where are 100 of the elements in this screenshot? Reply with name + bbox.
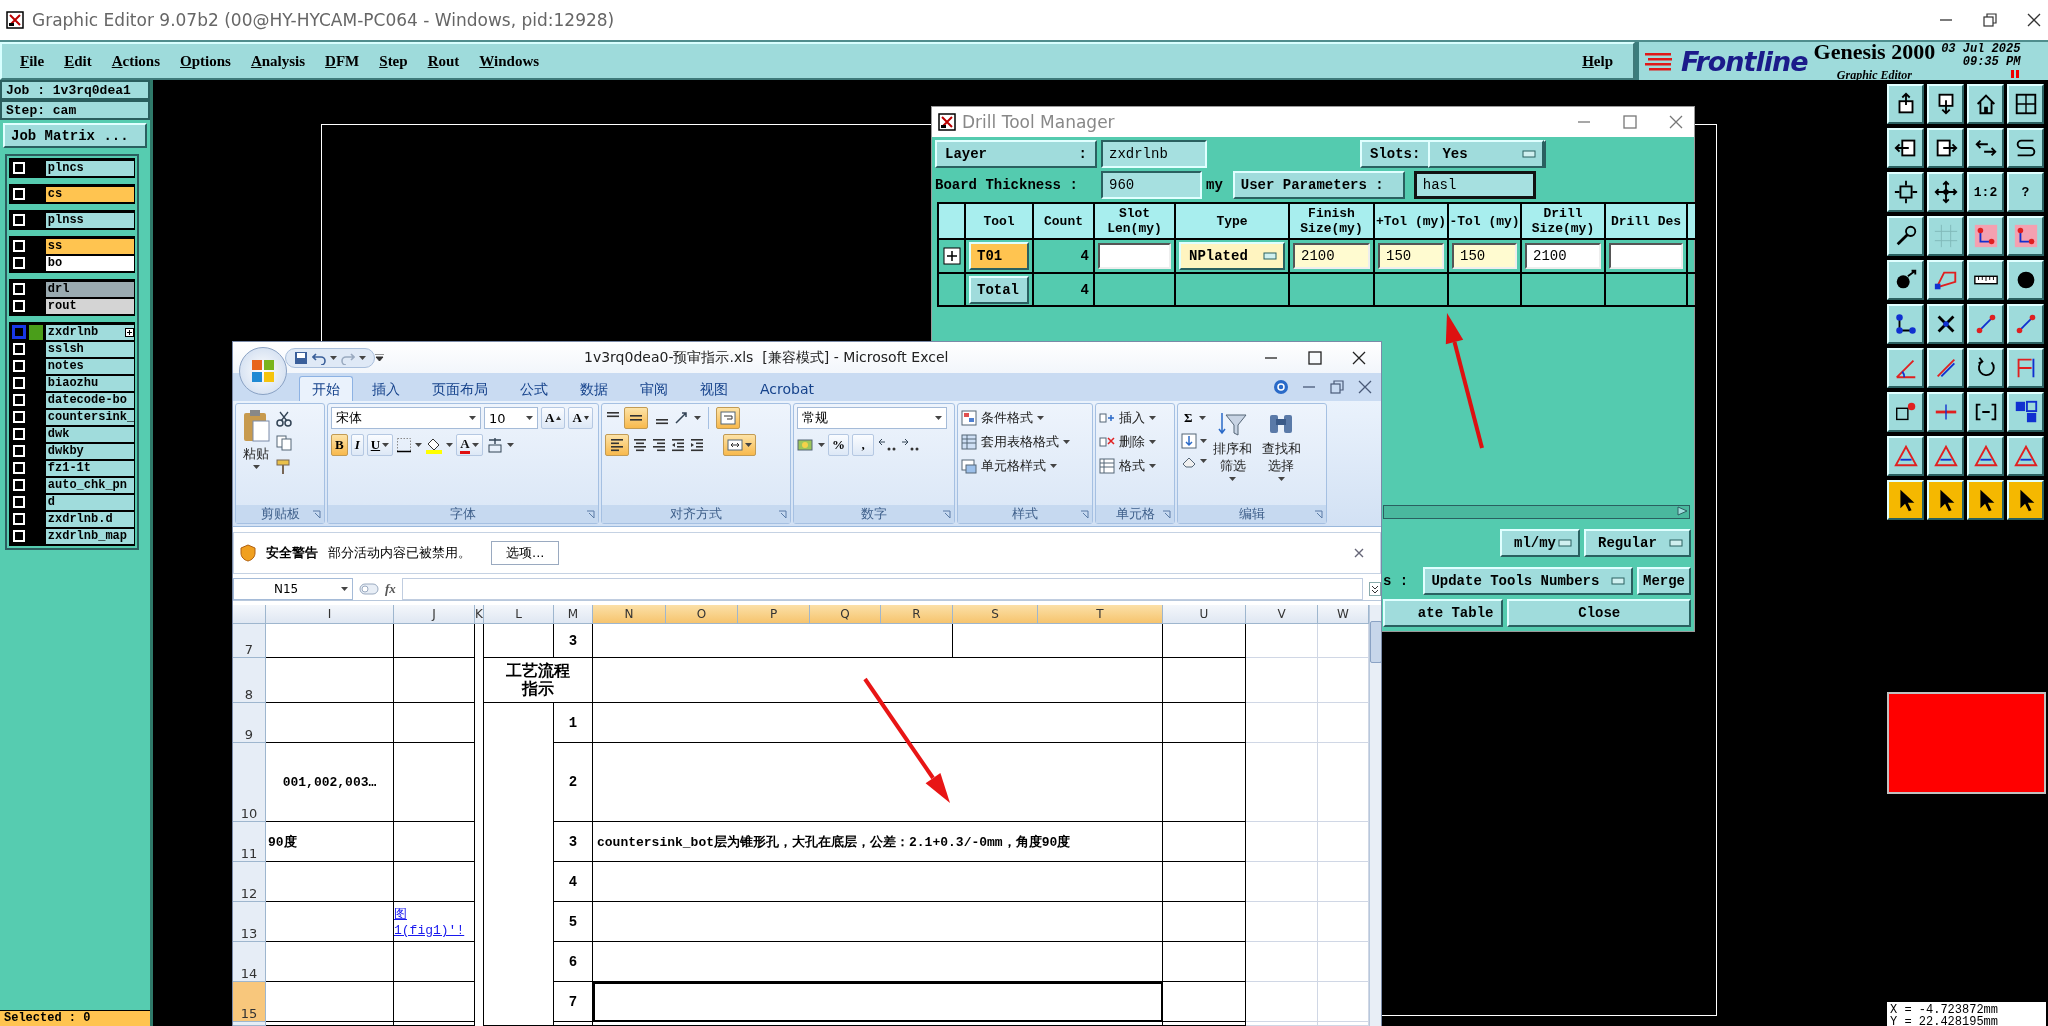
column-header[interactable]: R xyxy=(881,605,953,624)
options-button[interactable]: 选项... xyxy=(491,541,560,565)
style-menu-button[interactable]: 套用表格格式 xyxy=(961,431,1070,453)
sort-filter-button[interactable]: 排序和筛选 xyxy=(1210,407,1256,502)
merge-button[interactable]: Merge xyxy=(1637,567,1691,595)
menu-item[interactable]: Windows xyxy=(473,50,546,72)
italic-button[interactable]: I xyxy=(350,434,364,456)
layer-name[interactable]: dwkby xyxy=(45,443,134,459)
ribbon-tab[interactable]: 公式 xyxy=(507,376,561,401)
cell-menu-button[interactable]: 插入 xyxy=(1099,407,1156,429)
cell-menu-button[interactable]: 格式 xyxy=(1099,455,1156,477)
layer-name[interactable]: datecode-bo xyxy=(45,392,134,408)
percent-button[interactable]: % xyxy=(828,434,849,456)
cell-link[interactable]: 图 1(fig1)'! xyxy=(394,902,474,938)
ribbon-tab[interactable]: 插入 xyxy=(359,376,413,401)
input-field[interactable]: 150 xyxy=(1452,243,1517,269)
layer-name[interactable]: rout xyxy=(45,298,134,314)
column-header[interactable]: M xyxy=(554,605,593,624)
slots-dropdown[interactable]: Yes xyxy=(1428,140,1545,168)
user-parameters-button[interactable]: User Parameters : xyxy=(1232,170,1405,199)
ribbon-tab[interactable]: 审阅 xyxy=(627,376,681,401)
layer-name[interactable]: ss xyxy=(45,238,134,254)
column-header[interactable]: V xyxy=(1246,605,1318,624)
units-dropdown[interactable]: ml/my xyxy=(1500,529,1580,557)
close-button[interactable]: Close xyxy=(1507,599,1691,627)
bold-button[interactable]: B xyxy=(331,434,348,456)
column-header[interactable]: N xyxy=(593,605,666,624)
underline-button[interactable]: U xyxy=(366,434,394,456)
column-header[interactable]: T xyxy=(1038,605,1163,624)
total-button[interactable]: Total xyxy=(969,275,1029,304)
font-size-dropdown[interactable]: 10 xyxy=(484,407,538,429)
layer-name[interactable]: plnss xyxy=(45,212,134,228)
autosum-button[interactable]: Σ xyxy=(1181,407,1196,429)
menu-item[interactable]: Edit xyxy=(58,50,98,72)
tool-button[interactable]: ? xyxy=(2007,172,2044,212)
column-header[interactable]: Q xyxy=(810,605,881,624)
layer-name[interactable]: fz1-1t xyxy=(45,460,134,476)
column-header[interactable]: W xyxy=(1318,605,1369,624)
tool-button[interactable]: T01 xyxy=(969,242,1029,270)
paste-button[interactable]: 粘贴 xyxy=(239,407,273,502)
layer-name[interactable]: auto_chk_pn xyxy=(45,477,134,493)
column-header[interactable]: P xyxy=(738,605,810,624)
input-field[interactable]: 150 xyxy=(1378,243,1444,269)
row-header[interactable]: 9 xyxy=(233,703,266,743)
row-header[interactable]: 7 xyxy=(233,624,266,658)
column-header[interactable]: J xyxy=(394,605,475,624)
row-header[interactable]: 12 xyxy=(233,862,266,902)
job-matrix-button[interactable]: Job Matrix ... xyxy=(3,123,147,148)
ribbon-tab[interactable]: 视图 xyxy=(687,376,741,401)
thickness-field[interactable]: 960 xyxy=(1101,170,1202,199)
layer-name[interactable]: d xyxy=(45,494,134,510)
update-table-button[interactable]: ate Table xyxy=(1383,599,1504,627)
menu-item[interactable]: Actions xyxy=(105,50,167,72)
style-menu-button[interactable]: 单元格样式 xyxy=(961,455,1070,477)
menu-item[interactable]: File xyxy=(14,50,51,72)
menu-item[interactable]: Step xyxy=(373,50,414,72)
row-header[interactable]: 11 xyxy=(233,822,266,862)
menu-item[interactable]: Analysis xyxy=(244,50,312,72)
user-parameters-field[interactable]: hasl xyxy=(1413,170,1536,199)
cell-menu-button[interactable]: 删除 xyxy=(1099,431,1156,453)
layer-name[interactable]: bo xyxy=(45,255,134,271)
input-field[interactable]: 2100 xyxy=(1293,243,1370,269)
layer-name[interactable]: notes xyxy=(45,358,134,374)
comma-button[interactable]: , xyxy=(852,434,874,456)
row-header[interactable]: 14 xyxy=(233,942,266,982)
font-name-dropdown[interactable]: 宋体 xyxy=(331,407,481,429)
shrink-font-button[interactable]: A xyxy=(568,407,593,429)
ribbon-tab[interactable]: 页面布局 xyxy=(419,376,501,401)
name-box[interactable]: N15 xyxy=(233,578,353,600)
insert-function-button[interactable]: fx xyxy=(385,581,396,597)
menu-item[interactable]: Help xyxy=(1576,50,1619,72)
input-field[interactable]: 2100 xyxy=(1525,243,1601,269)
type-dropdown[interactable]: NPlated xyxy=(1179,242,1285,270)
menu-item[interactable]: Options xyxy=(174,50,237,72)
row-header[interactable]: 13 xyxy=(233,902,266,942)
row-header[interactable]: 15 xyxy=(233,982,266,1022)
tool-button[interactable]: 1:2 xyxy=(1967,172,2004,212)
font-color-button[interactable]: A xyxy=(456,434,483,456)
ribbon-tab[interactable]: Acrobat xyxy=(747,376,827,401)
layer-name[interactable]: zxdrlnb xyxy=(45,324,134,340)
row-header[interactable]: 10 xyxy=(233,743,266,822)
layer-name[interactable]: zxdrlnb.d xyxy=(45,511,134,527)
row-header[interactable]: 8 xyxy=(233,658,266,703)
layer-name[interactable]: cs xyxy=(45,186,134,202)
column-header[interactable]: L xyxy=(484,605,554,624)
menu-item[interactable]: Rout xyxy=(421,50,466,72)
column-header[interactable]: O xyxy=(666,605,738,624)
number-format-dropdown[interactable]: 常规 xyxy=(797,407,947,429)
column-header[interactable]: U xyxy=(1163,605,1246,624)
mode-dropdown[interactable]: Regular xyxy=(1584,529,1691,557)
grow-font-button[interactable]: A xyxy=(541,407,566,429)
layer-name[interactable]: zxdrlnb_map xyxy=(45,528,134,544)
menu-item[interactable]: DFM xyxy=(319,50,366,72)
column-header[interactable]: I xyxy=(266,605,394,624)
layer-name[interactable]: plncs xyxy=(45,160,134,176)
renumber-dropdown[interactable]: Update Tools Numbers xyxy=(1423,567,1633,595)
layer-name[interactable]: dwk xyxy=(45,426,134,442)
layer-name[interactable]: biaozhu xyxy=(45,375,134,391)
layer-name[interactable]: drl xyxy=(45,281,134,297)
column-header[interactable]: S xyxy=(953,605,1038,624)
